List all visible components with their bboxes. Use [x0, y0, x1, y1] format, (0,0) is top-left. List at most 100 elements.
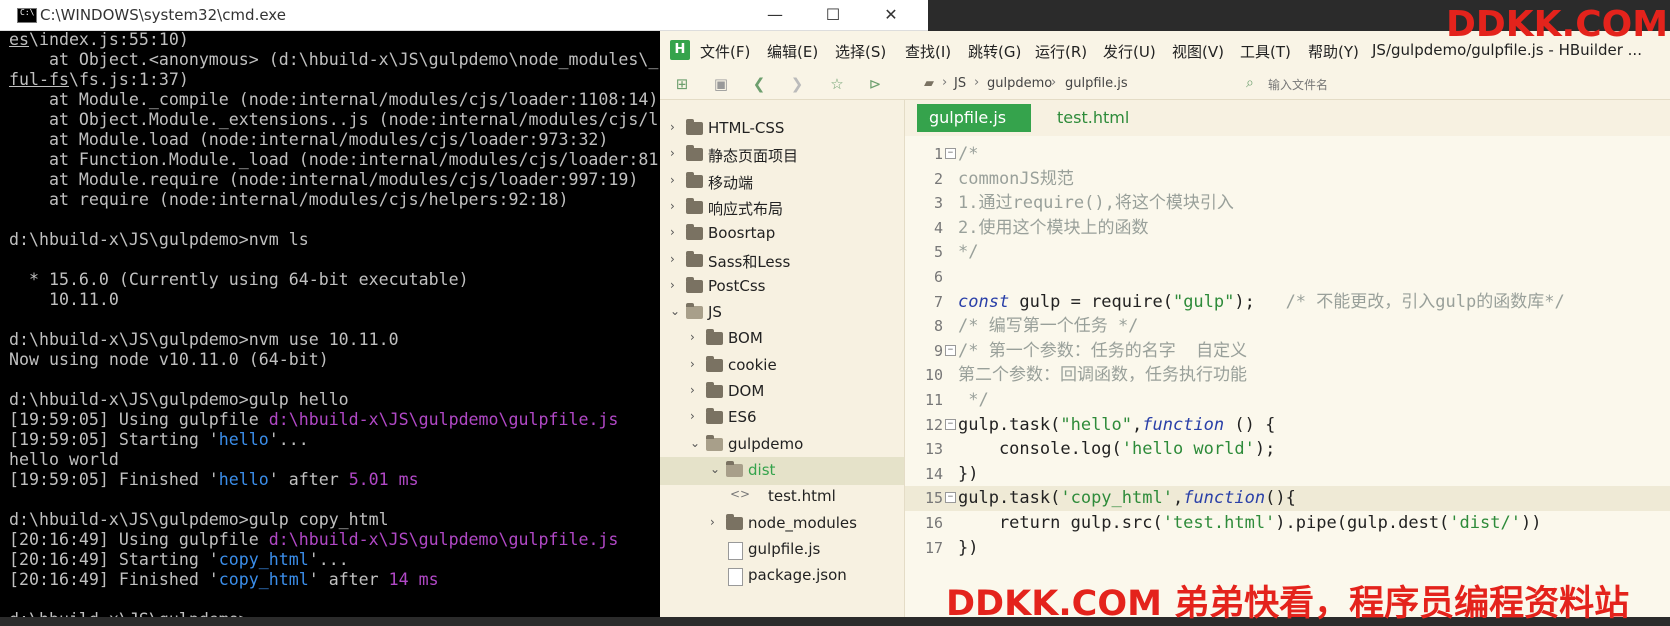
- run-icon[interactable]: ⊳: [866, 75, 884, 93]
- code-line[interactable]: 12− gulp.task("hello",function () {: [905, 413, 1670, 438]
- tree-item[interactable]: gulpfile.js: [660, 536, 904, 564]
- chevron-right-icon[interactable]: ›: [670, 225, 682, 239]
- terminal-text-segment: [19:59:05] Using gulpfile: [9, 410, 269, 429]
- chevron-right-icon[interactable]: ›: [670, 199, 682, 213]
- code-line[interactable]: 13 console.log('hello world');: [905, 437, 1670, 462]
- tree-item[interactable]: ⌄ gulpdemo: [660, 431, 904, 459]
- chevron-right-icon[interactable]: ›: [670, 120, 682, 134]
- close-button[interactable]: ✕: [868, 2, 914, 28]
- tree-item[interactable]: package.json: [660, 562, 904, 590]
- fold-toggle-icon[interactable]: −: [945, 148, 956, 159]
- code-line[interactable]: 2 commonJS规范: [905, 167, 1670, 192]
- menu-view[interactable]: 视图(V): [1172, 41, 1224, 62]
- chevron-right-icon[interactable]: ›: [670, 146, 682, 160]
- code-line[interactable]: 6: [905, 265, 1670, 290]
- code-line[interactable]: 4 2.使用这个模块上的函数: [905, 216, 1670, 241]
- code-editor[interactable]: gulpfile.js test.html 1−/* 2 commonJS规范 3 1.…: [905, 100, 1670, 617]
- chevron-right-icon[interactable]: ›: [690, 383, 702, 397]
- code-token: 2.使用这个模块上的函数: [958, 217, 1149, 238]
- terminal-text-segment: at Module.require (node:internal/modules…: [9, 170, 639, 189]
- code-line[interactable]: 5 */: [905, 240, 1670, 265]
- breadcrumb-item-gulpfile[interactable]: gulpfile.js: [1065, 76, 1128, 91]
- save-icon[interactable]: ▣: [712, 75, 730, 93]
- tree-item[interactable]: <> test.html: [660, 483, 904, 511]
- tab-gulpfile-js[interactable]: gulpfile.js: [917, 104, 1031, 132]
- tree-item-label: BOM: [728, 329, 763, 348]
- file-search-input[interactable]: ⌕ 输入文件名: [1242, 73, 1542, 95]
- hbuilder-window[interactable]: H 文件(F) 编辑(E) 选择(S) 查找(I) 跳转(G) 运行(R) 发行…: [660, 31, 1670, 617]
- breadcrumb-item-js[interactable]: JS: [954, 76, 966, 91]
- chevron-down-icon[interactable]: ⌄: [690, 436, 702, 450]
- fold-toggle-icon[interactable]: −: [945, 492, 956, 504]
- forward-arrow-icon[interactable]: ❯: [788, 75, 806, 93]
- tree-item[interactable]: › 移动端: [660, 168, 904, 196]
- chevron-down-icon[interactable]: ⌄: [670, 304, 682, 318]
- code-line[interactable]: 7 const gulp = require("gulp"); /* 不能更改，引…: [905, 290, 1670, 315]
- code-line[interactable]: 16 return gulp.src('test.html').pipe(gul…: [905, 511, 1670, 536]
- menu-file[interactable]: 文件(F): [700, 41, 750, 62]
- chevron-right-icon[interactable]: ›: [690, 409, 702, 423]
- menu-publish[interactable]: 发行(U): [1103, 41, 1156, 62]
- fold-toggle-icon[interactable]: −: [945, 418, 956, 430]
- chevron-right-icon[interactable]: ›: [670, 173, 682, 187]
- menu-run[interactable]: 运行(R): [1035, 41, 1087, 62]
- code-line[interactable]: 1−/*: [905, 142, 1670, 167]
- code-line[interactable]: 11 */: [905, 388, 1670, 413]
- tab-test-html[interactable]: test.html: [1045, 104, 1141, 132]
- terminal-text-segment: Now using node v10.11.0 (64-bit): [9, 350, 329, 369]
- star-icon[interactable]: ☆: [828, 75, 846, 93]
- chevron-right-icon[interactable]: ›: [670, 278, 682, 292]
- chevron-right-icon[interactable]: ›: [690, 357, 702, 371]
- code-area[interactable]: 1−/* 2 commonJS规范 3 1.通过require(),将这个模块引入 4 2.…: [905, 142, 1670, 617]
- chevron-right-icon[interactable]: ›: [670, 252, 682, 266]
- tree-item[interactable]: › Boosrtap: [660, 220, 904, 248]
- code-line[interactable]: 14}): [905, 462, 1670, 487]
- code-line[interactable]: 3 1.通过require(),将这个模块引入: [905, 191, 1670, 216]
- code-line[interactable]: 8 /* 编写第一个任务 */: [905, 314, 1670, 339]
- folder-icon: [706, 382, 723, 398]
- terminal-text-segment: d:\hbuild-x\JS\gulpdemo\gulpfile.js: [268, 410, 619, 429]
- tree-item[interactable]: › Sass和Less: [660, 247, 904, 275]
- minimize-button[interactable]: —: [752, 2, 798, 28]
- cmd-titlebar[interactable]: C:\WINDOWS\system32\cmd.exe — ☐ ✕: [0, 0, 928, 31]
- tree-item[interactable]: ⌄ JS: [660, 299, 904, 327]
- code-token: commonJS规范: [958, 168, 1074, 189]
- chevron-right-icon[interactable]: ›: [710, 515, 722, 529]
- breadcrumb-separator: ›: [974, 75, 980, 90]
- code-line[interactable]: 9−/* 第一个参数：任务的名字 自定义: [905, 339, 1670, 364]
- tree-item[interactable]: › ES6: [660, 404, 904, 432]
- code-token: gulp = require(: [1009, 291, 1173, 312]
- line-number: 14: [924, 464, 943, 483]
- menu-tools[interactable]: 工具(T): [1240, 41, 1291, 62]
- code-line[interactable]: 17}): [905, 536, 1670, 561]
- tree-item[interactable]: ⌄ dist: [660, 456, 904, 485]
- tree-item[interactable]: › cookie: [660, 352, 904, 380]
- project-tree[interactable]: › HTML-CSS › 静态页面项目 › 移动端 › 响应式布局 › Boosrtap › Sass…: [660, 100, 905, 617]
- menu-help[interactable]: 帮助(Y): [1308, 41, 1359, 62]
- tree-item[interactable]: › 静态页面项目: [660, 141, 904, 169]
- hbuilder-logo-icon: H: [670, 40, 690, 60]
- tree-item[interactable]: › 响应式布局: [660, 194, 904, 222]
- tree-item[interactable]: › PostCss: [660, 273, 904, 301]
- code-text: /*: [958, 142, 978, 166]
- line-number: 9: [933, 341, 943, 360]
- breadcrumb-item-gulpdemo[interactable]: gulpdemo: [987, 76, 1052, 91]
- tree-item[interactable]: › HTML-CSS: [660, 115, 904, 143]
- code-token: /*: [958, 144, 979, 164]
- back-arrow-icon[interactable]: ❮: [750, 75, 768, 93]
- maximize-button[interactable]: ☐: [810, 2, 856, 28]
- code-line[interactable]: 10 第二个参数：回调函数，任务执行功能: [905, 363, 1670, 388]
- menu-find[interactable]: 查找(I): [905, 41, 951, 62]
- menu-goto[interactable]: 跳转(G): [968, 41, 1021, 62]
- fold-toggle-icon[interactable]: −: [945, 344, 956, 356]
- terminal-text-segment: at Object.<anonymous> (d:\hbuild-x\JS\gu…: [9, 50, 659, 69]
- menu-select[interactable]: 选择(S): [835, 41, 886, 62]
- new-file-icon[interactable]: ⊞: [673, 75, 691, 93]
- menu-edit[interactable]: 编辑(E): [767, 41, 818, 62]
- code-line[interactable]: 15− gulp.task('copy_html',function(){: [905, 486, 1670, 511]
- chevron-right-icon[interactable]: ›: [690, 330, 702, 344]
- tree-item[interactable]: › node_modules: [660, 510, 904, 538]
- tree-item[interactable]: › DOM: [660, 378, 904, 406]
- chevron-down-icon[interactable]: ⌄: [710, 462, 722, 476]
- tree-item[interactable]: › BOM: [660, 325, 904, 353]
